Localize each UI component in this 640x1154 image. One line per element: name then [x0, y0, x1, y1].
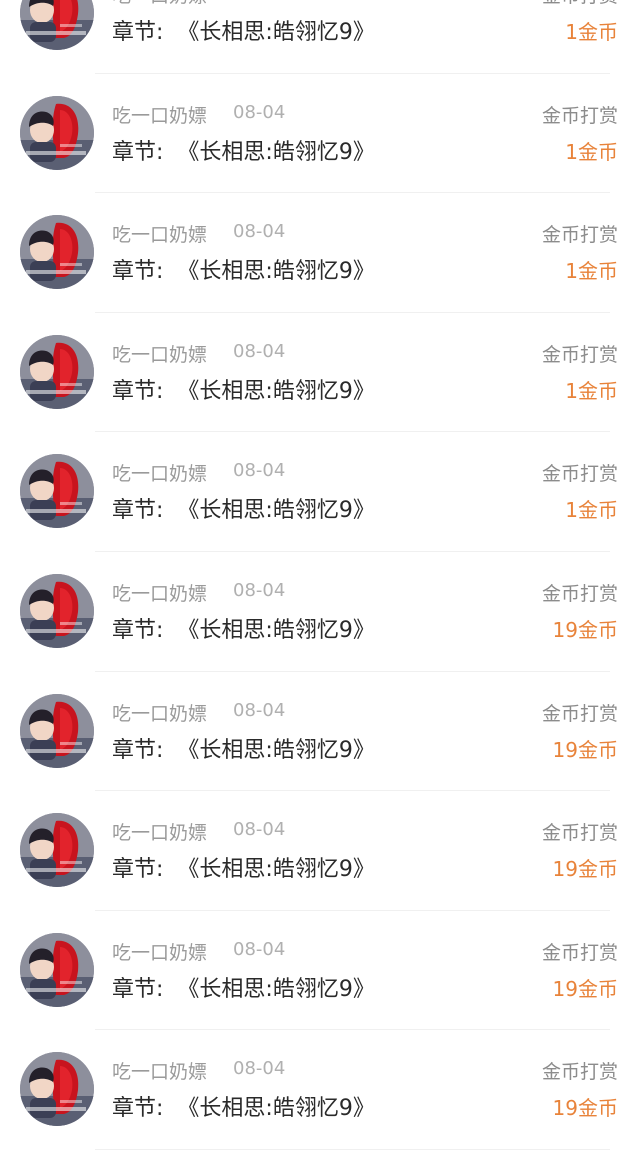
chapter-title: 《长相思:皓翎忆9》 [177, 1096, 375, 1122]
chapter-title: 《长相思:皓翎忆9》 [177, 139, 375, 165]
reward-list-item[interactable]: 吃一口奶嫖 08-04 章节: 《长相思:皓翎忆9》 金币打赏 19金币 [0, 552, 640, 672]
username[interactable]: 吃一口奶嫖 [112, 938, 207, 965]
chapter-info[interactable]: 章节: 《长相思:皓翎忆9》 [112, 492, 375, 524]
reward-type: 金币打赏 [541, 941, 618, 964]
reward-type: 金币打赏 [541, 582, 618, 605]
chapter-title: 《长相思:皓翎忆9》 [177, 857, 375, 883]
username[interactable]: 吃一口奶嫖 [112, 220, 207, 247]
reward-list: 吃一口奶嫖 08-04 章节: 《长相思:皓翎忆9》 金币打赏 1金币 吃一口奶嫖… [0, 0, 640, 1150]
user-avatar-icon[interactable] [20, 813, 94, 888]
chapter-info[interactable]: 章节: 《长相思:皓翎忆9》 [112, 612, 375, 644]
user-avatar-icon[interactable] [20, 932, 94, 1007]
chapter-label: 章节: [112, 737, 164, 763]
reward-amount: 19金币 [552, 857, 618, 882]
reward-list-item[interactable]: 吃一口奶嫖 08-04 章节: 《长相思:皓翎忆9》 金币打赏 1金币 [0, 74, 640, 194]
chapter-title: 《长相思:皓翎忆9》 [177, 976, 375, 1002]
user-avatar-icon[interactable] [20, 454, 94, 529]
chapter-title: 《长相思:皓翎忆9》 [177, 617, 375, 643]
chapter-label: 章节: [112, 259, 164, 285]
chapter-info[interactable]: 章节: 《长相思:皓翎忆9》 [112, 373, 375, 405]
username[interactable]: 吃一口奶嫖 [112, 579, 207, 606]
user-avatar-icon[interactable] [20, 0, 94, 50]
reward-date: 08-04 [233, 0, 285, 3]
chapter-label: 章节: [112, 498, 164, 524]
chapter-info[interactable]: 章节: 《长相思:皓翎忆9》 [112, 851, 375, 883]
chapter-label: 章节: [112, 139, 164, 165]
chapter-label: 章节: [112, 857, 164, 883]
reward-date: 08-04 [233, 938, 286, 960]
reward-amount: 19金币 [552, 617, 618, 642]
reward-type: 金币打赏 [541, 822, 618, 845]
chapter-title: 《长相思:皓翎忆9》 [177, 259, 375, 285]
reward-amount: 1金币 [565, 498, 618, 523]
user-avatar-icon[interactable] [20, 334, 94, 409]
reward-type: 金币打赏 [541, 104, 618, 127]
chapter-title: 《长相思:皓翎忆9》 [177, 498, 375, 524]
username[interactable]: 吃一口奶嫖 [112, 101, 207, 128]
reward-amount: 1金币 [565, 139, 618, 164]
reward-type: 金币打赏 [541, 224, 618, 247]
username[interactable]: 吃一口奶嫖 [112, 459, 207, 486]
user-avatar-icon[interactable] [20, 1052, 94, 1127]
user-avatar-icon[interactable] [20, 573, 94, 648]
user-avatar-icon[interactable] [20, 95, 94, 170]
reward-list-item[interactable]: 吃一口奶嫖 08-04 章节: 《长相思:皓翎忆9》 金币打赏 19金币 [0, 791, 640, 911]
chapter-title: 《长相思:皓翎忆9》 [177, 20, 375, 45]
chapter-title: 《长相思:皓翎忆9》 [177, 378, 375, 404]
reward-amount: 19金币 [552, 1096, 618, 1121]
reward-date: 08-04 [233, 221, 286, 243]
reward-list-item[interactable]: 吃一口奶嫖 08-04 章节: 《长相思:皓翎忆9》 金币打赏 19金币 [0, 911, 640, 1031]
chapter-label: 章节: [112, 378, 164, 404]
reward-type: 金币打赏 [541, 463, 618, 486]
reward-type: 金币打赏 [541, 702, 618, 725]
chapter-label: 章节: [112, 20, 164, 45]
user-avatar-icon[interactable] [20, 215, 94, 290]
reward-date: 08-04 [233, 340, 286, 362]
reward-amount: 19金币 [552, 976, 618, 1001]
reward-amount: 1金币 [565, 259, 618, 284]
username[interactable]: 吃一口奶嫖 [112, 340, 207, 367]
chapter-info[interactable]: 章节: 《长相思:皓翎忆9》 [112, 14, 375, 46]
chapter-info[interactable]: 章节: 《长相思:皓翎忆9》 [112, 253, 375, 285]
reward-list-item[interactable]: 吃一口奶嫖 08-04 章节: 《长相思:皓翎忆9》 金币打赏 1金币 [0, 0, 640, 74]
username[interactable]: 吃一口奶嫖 [112, 818, 207, 845]
chapter-label: 章节: [112, 1096, 164, 1122]
chapter-info[interactable]: 章节: 《长相思:皓翎忆9》 [112, 732, 375, 764]
chapter-info[interactable]: 章节: 《长相思:皓翎忆9》 [112, 134, 375, 166]
reward-date: 08-04 [233, 819, 286, 841]
reward-type: 金币打赏 [541, 343, 618, 366]
reward-amount: 1金币 [565, 378, 618, 403]
reward-list-item[interactable]: 吃一口奶嫖 08-04 章节: 《长相思:皓翎忆9》 金币打赏 19金币 [0, 672, 640, 792]
username[interactable]: 吃一口奶嫖 [112, 699, 207, 726]
reward-amount: 1金币 [565, 20, 618, 44]
reward-list-item[interactable]: 吃一口奶嫖 08-04 章节: 《长相思:皓翎忆9》 金币打赏 19金币 [0, 1030, 640, 1150]
user-avatar-icon[interactable] [20, 693, 94, 768]
reward-date: 08-04 [233, 101, 286, 123]
reward-list-item[interactable]: 吃一口奶嫖 08-04 章节: 《长相思:皓翎忆9》 金币打赏 1金币 [0, 313, 640, 433]
chapter-title: 《长相思:皓翎忆9》 [177, 737, 375, 763]
reward-date: 08-04 [233, 460, 286, 482]
reward-date: 08-04 [233, 699, 286, 721]
reward-list-item[interactable]: 吃一口奶嫖 08-04 章节: 《长相思:皓翎忆9》 金币打赏 1金币 [0, 432, 640, 552]
username[interactable]: 吃一口奶嫖 [112, 0, 207, 8]
chapter-info[interactable]: 章节: 《长相思:皓翎忆9》 [112, 971, 375, 1003]
reward-list-item[interactable]: 吃一口奶嫖 08-04 章节: 《长相思:皓翎忆9》 金币打赏 1金币 [0, 193, 640, 313]
chapter-label: 章节: [112, 976, 164, 1002]
chapter-info[interactable]: 章节: 《长相思:皓翎忆9》 [112, 1090, 375, 1122]
reward-type: 金币打赏 [542, 0, 618, 8]
reward-date: 08-04 [233, 1058, 286, 1080]
reward-date: 08-04 [233, 579, 286, 601]
chapter-label: 章节: [112, 617, 164, 643]
reward-amount: 19金币 [552, 737, 618, 762]
reward-type: 金币打赏 [541, 1061, 618, 1084]
username[interactable]: 吃一口奶嫖 [112, 1057, 207, 1084]
